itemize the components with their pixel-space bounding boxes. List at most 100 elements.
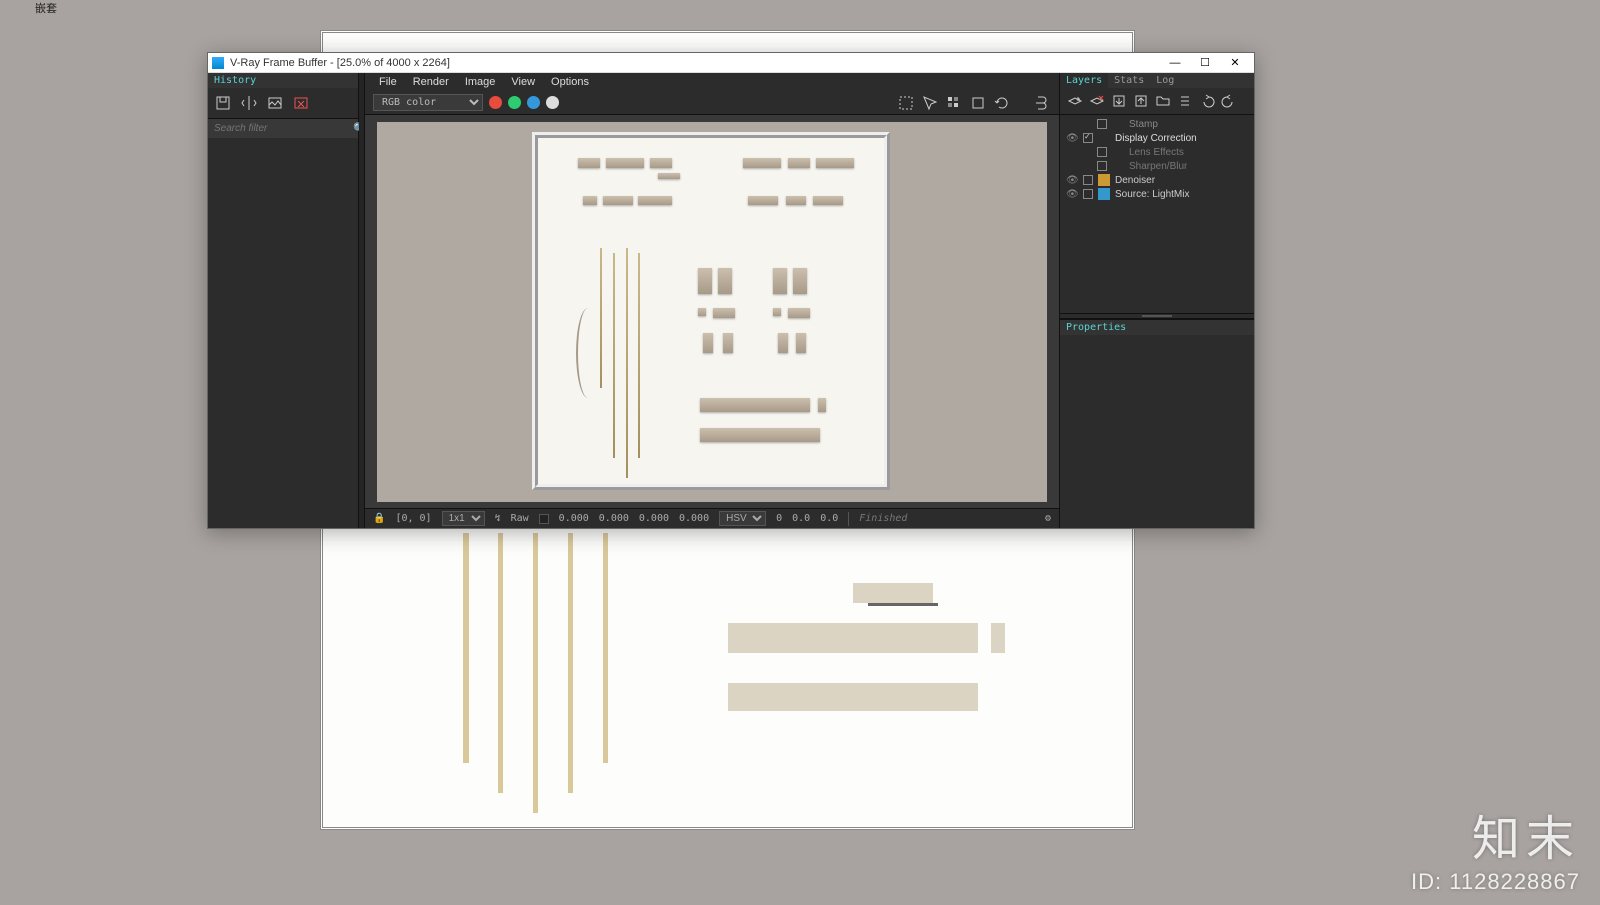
layer-type-icon [1098, 188, 1110, 200]
layer-type-icon [1112, 146, 1124, 158]
minimize-button[interactable]: — [1160, 53, 1190, 72]
layer-row[interactable]: Stamp [1074, 117, 1254, 131]
layer-row[interactable]: Sharpen/Blur [1074, 159, 1254, 173]
rendered-frame [532, 132, 890, 490]
menu-options[interactable]: Options [545, 75, 595, 89]
tab-layers[interactable]: Layers [1060, 73, 1108, 88]
region-render-icon[interactable] [897, 94, 915, 112]
menu-file[interactable]: File [373, 75, 403, 89]
eye-icon[interactable]: 👁 [1066, 175, 1078, 186]
render-object [773, 308, 781, 316]
render-object [718, 268, 732, 294]
folder-icon[interactable] [1154, 92, 1172, 110]
render-object [813, 196, 843, 205]
tab-stats[interactable]: Stats [1108, 73, 1150, 88]
blue-channel-icon[interactable] [527, 96, 540, 109]
render-object [788, 158, 810, 168]
layer-list: Stamp 👁 Display Correction Lens Effects Shar… [1060, 115, 1254, 313]
titlebar[interactable]: V-Ray Frame Buffer - [25.0% of 4000 x 22… [208, 53, 1254, 73]
add-layer-icon[interactable] [1066, 92, 1084, 110]
compare-ab-icon[interactable] [240, 94, 258, 112]
eye-icon[interactable]: 👁 [1066, 189, 1078, 200]
maximize-button[interactable]: ☐ [1190, 53, 1220, 72]
layer-name: Display Correction [1115, 133, 1197, 144]
layer-name: Sharpen/Blur [1129, 161, 1187, 172]
curve-icon[interactable]: ↯ [495, 513, 501, 524]
render-object [723, 333, 733, 353]
channel-select[interactable]: RGB color [373, 94, 483, 111]
close-button[interactable]: ✕ [1220, 53, 1250, 72]
content-area: History 🔍 ▾ File Render Image View O [208, 73, 1254, 528]
menu-image[interactable]: Image [459, 75, 502, 89]
layer-row[interactable]: 👁 Denoiser [1060, 173, 1254, 187]
search-input[interactable] [212, 121, 350, 136]
layer-type-icon [1098, 132, 1110, 144]
layers-toolbar [1060, 88, 1254, 115]
center-toolbar: RGB color [365, 91, 1059, 115]
bg-rod [533, 533, 538, 813]
mono-channel-icon[interactable] [546, 96, 559, 109]
layer-checkbox[interactable] [1097, 119, 1107, 129]
layer-checkbox[interactable] [1097, 161, 1107, 171]
right-tabs: Layers Stats Log [1060, 73, 1254, 88]
delete-layer-icon[interactable] [1088, 92, 1106, 110]
layer-checkbox[interactable] [1097, 147, 1107, 157]
layer-row[interactable]: 👁Source: LightMix [1060, 187, 1254, 201]
render-viewport[interactable] [365, 115, 1059, 508]
raw-label: Raw [511, 513, 529, 524]
clear-history-icon[interactable] [292, 94, 310, 112]
render-status: Finished [859, 513, 907, 524]
bg-bar [991, 623, 1005, 653]
color-b: 0.000 [639, 513, 669, 524]
app-icon [212, 57, 224, 69]
properties-header: Properties [1060, 319, 1254, 335]
clamp-colors-icon[interactable] [969, 94, 987, 112]
lock-icon[interactable]: 🔒 [373, 513, 385, 524]
undo-icon[interactable] [1198, 92, 1216, 110]
render-image [377, 122, 1047, 502]
green-channel-icon[interactable] [508, 96, 521, 109]
render-object [778, 333, 788, 353]
load-preset-icon[interactable] [1132, 92, 1150, 110]
save-history-icon[interactable] [214, 94, 232, 112]
color-mode-select[interactable]: HSV [719, 511, 766, 526]
render-rod [600, 248, 602, 388]
layer-checkbox[interactable] [1083, 175, 1093, 185]
layer-checkbox[interactable] [1083, 133, 1093, 143]
properties-body [1060, 335, 1254, 529]
layer-type-icon [1112, 118, 1124, 130]
render-object [578, 158, 600, 168]
tab-log[interactable]: Log [1150, 73, 1180, 88]
redo-icon[interactable] [1220, 92, 1238, 110]
layer-name: Lens Effects [1129, 147, 1184, 158]
layer-row[interactable]: 👁 Display Correction [1060, 131, 1254, 145]
window-title: V-Ray Frame Buffer - [25.0% of 4000 x 22… [230, 57, 1160, 69]
menu-render[interactable]: Render [407, 75, 455, 89]
layer-type-icon [1098, 174, 1110, 186]
color-a: 0.000 [679, 513, 709, 524]
red-channel-icon[interactable] [489, 96, 502, 109]
hsv-h: 0 [776, 513, 782, 524]
load-image-icon[interactable] [266, 94, 284, 112]
save-preset-icon[interactable] [1110, 92, 1128, 110]
hsv-v: 0.0 [820, 513, 838, 524]
layer-name: Denoiser [1115, 175, 1155, 186]
layer-checkbox[interactable] [1083, 189, 1093, 199]
watermark-id: ID: 1128228867 [1411, 869, 1580, 895]
layer-row[interactable]: Lens Effects [1074, 145, 1254, 159]
render-object [583, 196, 597, 205]
track-mouse-icon[interactable] [921, 94, 939, 112]
list-icon[interactable] [1176, 92, 1194, 110]
render-object [818, 398, 826, 412]
render-object [603, 196, 633, 205]
settings-icon[interactable]: ⚙ [1045, 513, 1051, 524]
refresh-icon[interactable] [993, 94, 1011, 112]
watermark: 知末 ID: 1128228867 [1411, 799, 1580, 895]
bg-bar [853, 583, 933, 603]
menu-view[interactable]: View [505, 75, 541, 89]
pixel-info-icon[interactable] [945, 94, 963, 112]
render-last-icon[interactable] [1033, 94, 1051, 112]
render-object [796, 333, 806, 353]
zoom-select[interactable]: 1x1 [442, 511, 485, 526]
eye-icon[interactable]: 👁 [1066, 133, 1078, 144]
